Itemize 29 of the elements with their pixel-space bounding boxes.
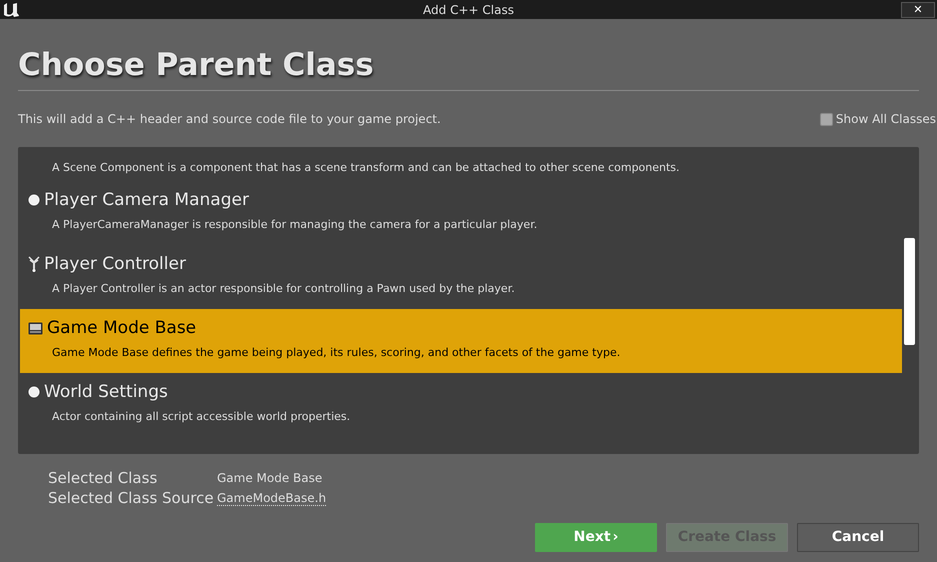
engine-logo-icon: [2, 2, 20, 18]
window-title: Add C++ Class: [423, 2, 514, 18]
class-list-item[interactable]: Player Camera Manager A PlayerCameraManager is responsible for managing the camera for a particular player.: [20, 181, 902, 245]
class-list-item[interactable]: Player Controller A Player Controller is an actor responsible for controlling a Pawn used by the player.: [20, 245, 902, 309]
class-list-item[interactable]: Game Mode Base Game Mode Base defines the game being played, its rules, scoring, and other facets of the game type.: [20, 309, 902, 373]
class-description: Actor containing all script accessible world properties.: [52, 409, 352, 425]
dialog-button[interactable]: Cancel: [797, 523, 919, 552]
page-heading: Choose Parent Class: [18, 46, 375, 85]
monitor-icon: [28, 322, 43, 334]
selected-class-label: Selected Class: [48, 468, 158, 488]
selected-class-value: Game Mode Base: [217, 470, 324, 487]
class-name: Game Mode Base: [47, 318, 196, 338]
sphere-icon: [28, 386, 40, 398]
class-list-item[interactable]: World Settings Actor containing all script accessible world properties.: [20, 373, 902, 437]
source-file-link[interactable]: GameModeBase.h: [217, 490, 326, 506]
selected-class-source-label: Selected Class Source: [48, 488, 215, 508]
scrollbar-thumb[interactable]: [904, 238, 915, 345]
subtitle-text: This will add a C++ header and source code file to your game project.: [18, 111, 441, 128]
class-description: A Player Controller is an actor responsible for controlling a Pawn used by the player.: [52, 281, 516, 297]
class-description: A Scene Component is a component that has a scene transform and can be attached to other scene components.: [52, 161, 680, 174]
class-name: Player Camera Manager: [44, 190, 249, 210]
sphere-icon: [28, 194, 40, 206]
show-all-classes-checkbox[interactable]: Show All Classes: [820, 110, 936, 128]
antenna-icon: [28, 256, 40, 272]
class-name: World Settings: [44, 382, 168, 402]
class-name: Player Controller: [44, 254, 186, 274]
close-button[interactable]: ✕: [901, 2, 935, 18]
class-description: A PlayerCameraManager is responsible for managing the camera for a particular player.: [52, 217, 538, 233]
class-description: Game Mode Base defines the game being played, its rules, scoring, and other facets of the game type.: [52, 345, 622, 361]
